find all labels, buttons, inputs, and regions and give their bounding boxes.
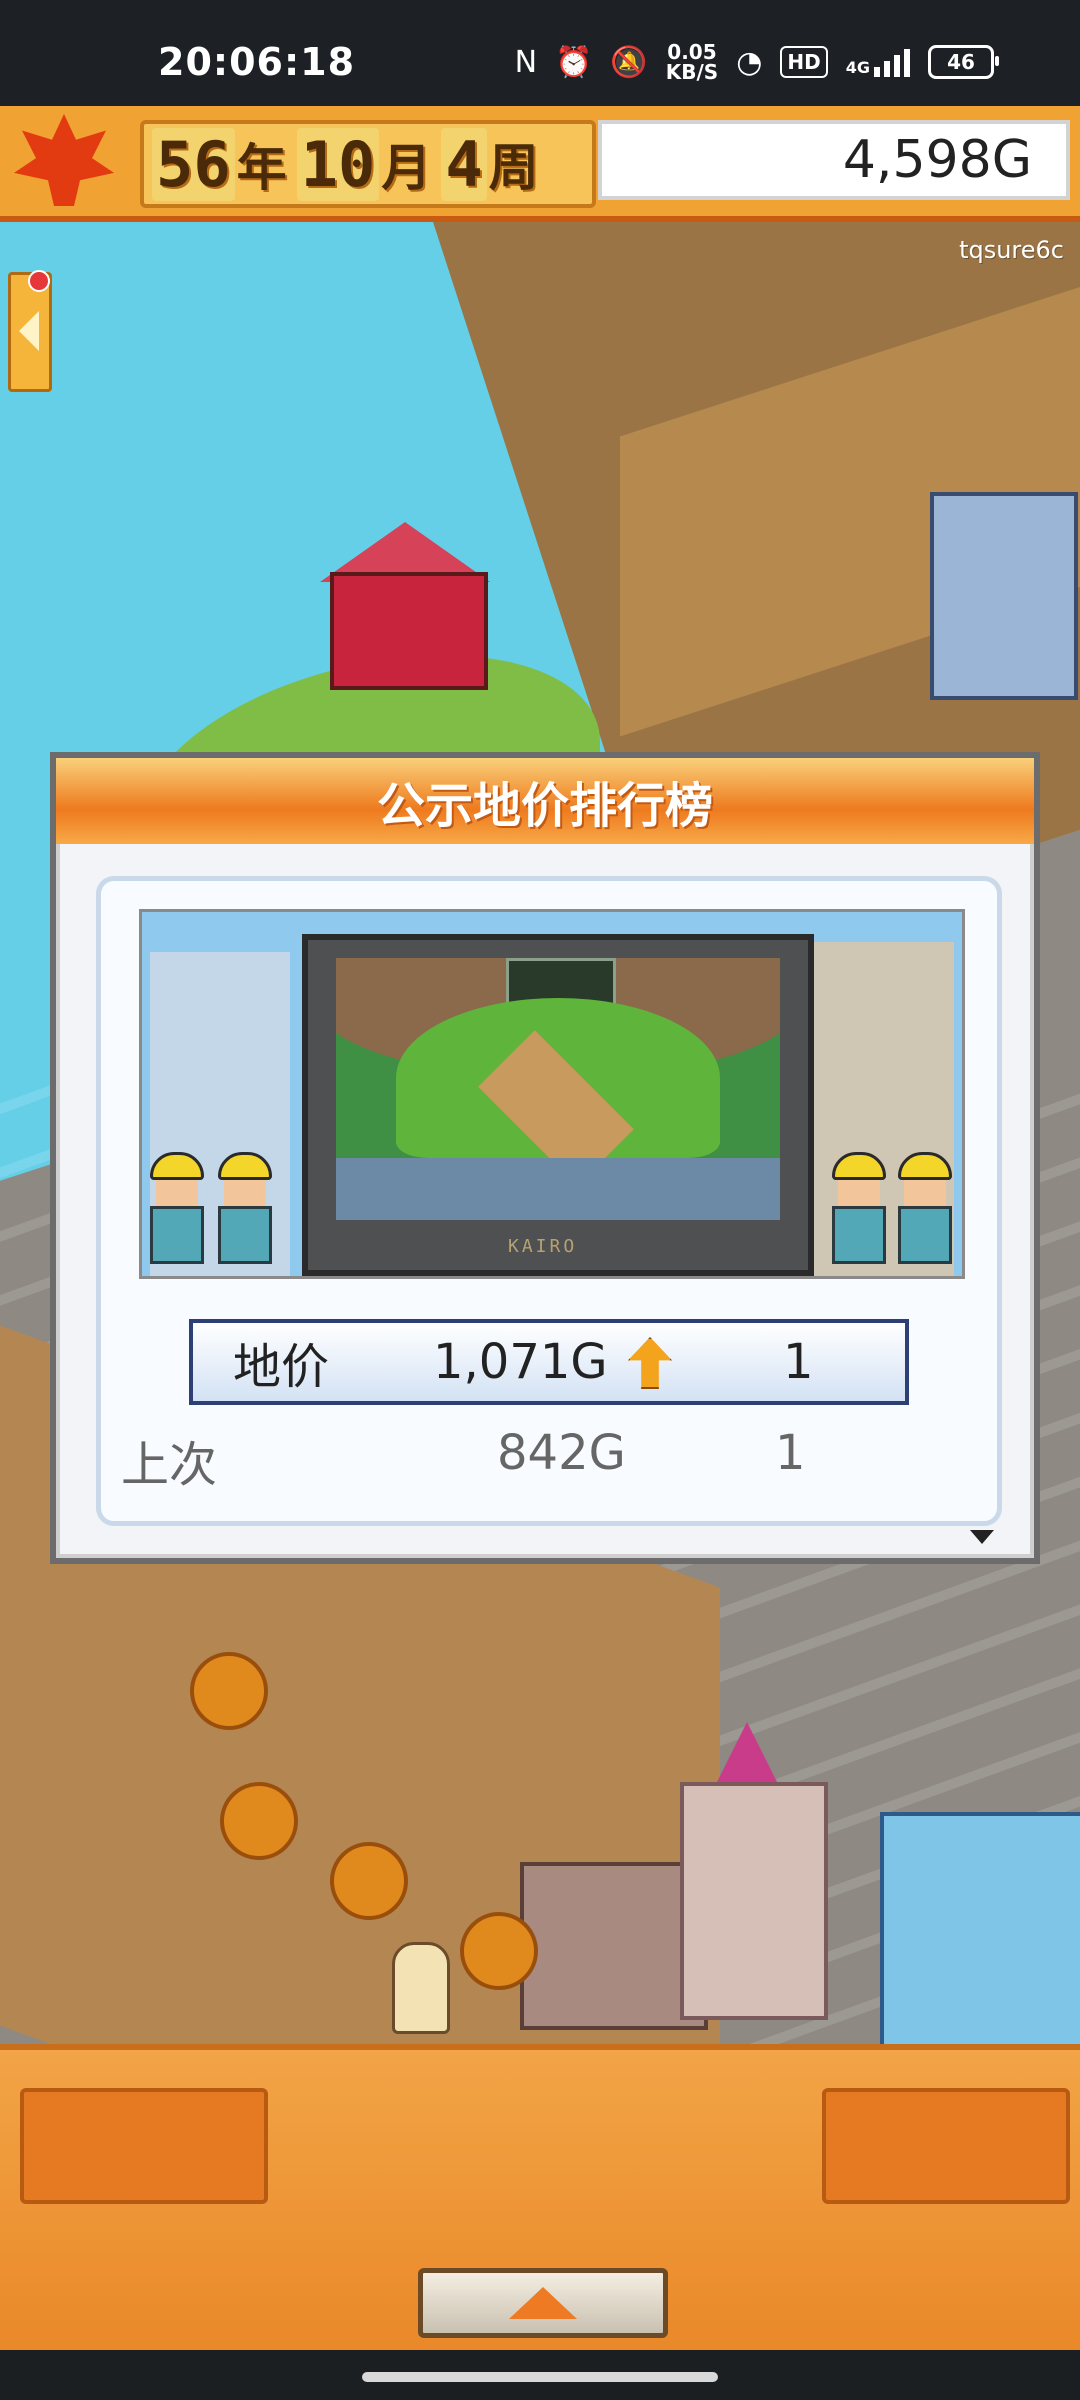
autumn-tree: [220, 1782, 298, 1860]
date-week-unit: 周: [488, 139, 539, 197]
status-bar: 20:06:18 N ⏰ 🔕 0.05 KB/S ◔ HD 4G 46: [0, 0, 1080, 106]
stadium-tv-illustration: KAIRO: [139, 909, 965, 1279]
battery-icon: 46: [928, 45, 999, 79]
date-week: 4: [441, 127, 487, 201]
worker-character: [832, 1152, 886, 1268]
price-rank: 1: [783, 1334, 814, 1390]
date-month: 10: [296, 127, 380, 201]
triangle-up-icon: [509, 2287, 577, 2319]
resident-character[interactable]: [392, 1942, 450, 2034]
dialog-title: 公示地价排行榜: [56, 758, 1034, 844]
notification-dot: [28, 270, 50, 292]
price-label: 地价: [233, 1339, 330, 1395]
autumn-tree: [460, 1912, 538, 1990]
autumn-tree: [190, 1652, 268, 1730]
battery-level: 46: [947, 50, 975, 74]
net-speed: 0.05 KB/S: [666, 42, 718, 82]
status-icons: N ⏰ 🔕 0.05 KB/S ◔ HD 4G 46: [514, 40, 999, 84]
right-slot-button[interactable]: [822, 2088, 1070, 2204]
alarm-icon: ⏰: [555, 44, 593, 80]
continue-caret-icon[interactable]: [970, 1530, 994, 1544]
net-speed-unit: KB/S: [665, 60, 719, 84]
autumn-tree: [330, 1842, 408, 1920]
hd-badge: HD: [780, 46, 828, 78]
user-tag: tqsure6c: [959, 236, 1064, 264]
money-display: 4,598G: [598, 120, 1070, 200]
system-nav-bar: [0, 2350, 1080, 2400]
previous-price-row: 上次 842G 1: [121, 1415, 901, 1493]
dialog-content: KAIRO 地价 1,071G 1 上次 842G 1: [96, 876, 1002, 1526]
arrow-up-icon: [628, 1337, 672, 1389]
date-year-unit: 年: [236, 139, 287, 197]
television: KAIRO: [302, 934, 814, 1276]
bottom-control-panel: [0, 2044, 1080, 2356]
previous-value: 842G: [497, 1425, 626, 1481]
clock: 20:06:18: [158, 40, 356, 84]
tv-brand: KAIRO: [508, 1236, 578, 1257]
current-price-row: 地价 1,071G 1: [189, 1319, 909, 1405]
blue-building[interactable]: [880, 1812, 1080, 2044]
mute-icon: 🔕: [610, 44, 648, 80]
left-slot-button[interactable]: [20, 2088, 268, 2204]
price-value: 1,071G: [433, 1334, 608, 1390]
stadium-wall: [336, 1158, 780, 1220]
date-month-unit: 月: [381, 139, 432, 197]
expand-menu-button[interactable]: [418, 2268, 668, 2338]
home-gesture-handle[interactable]: [362, 2372, 718, 2382]
cell-signal-icon: 4G: [846, 47, 910, 77]
castle-building[interactable]: [680, 1782, 828, 2020]
land-price-ranking-dialog[interactable]: 公示地价排行榜 KAIRO 地价 1,071G 1 上次 842G 1: [50, 752, 1040, 1564]
side-menu-toggle[interactable]: [8, 272, 52, 392]
maple-leaf-season-icon: [14, 114, 114, 206]
barn-building[interactable]: [330, 572, 488, 690]
previous-label: 上次: [121, 1437, 218, 1493]
worker-character: [218, 1152, 272, 1268]
nfc-icon: N: [514, 44, 538, 80]
game-date: 56 年 10 月 4 周: [140, 120, 596, 208]
wifi-icon: ◔: [736, 44, 763, 80]
office-tower[interactable]: [930, 492, 1078, 700]
previous-rank: 1: [775, 1425, 806, 1481]
game-top-bar: 56 年 10 月 4 周 4,598G: [0, 106, 1080, 222]
stadium-screen: [336, 958, 780, 1220]
worker-character: [150, 1152, 204, 1268]
network-type: 4G: [845, 58, 870, 77]
worker-character: [898, 1152, 952, 1268]
date-year: 56: [152, 127, 235, 201]
